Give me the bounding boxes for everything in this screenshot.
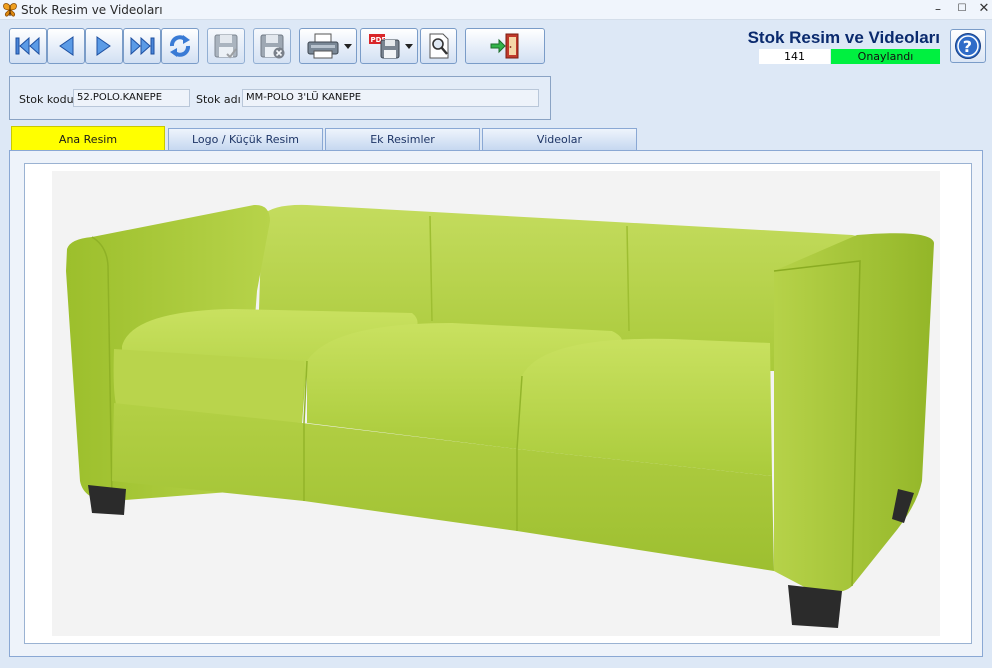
pdf-dropdown-arrow-icon[interactable] bbox=[405, 44, 413, 49]
print-button[interactable] bbox=[299, 28, 357, 64]
first-record-icon bbox=[15, 36, 40, 56]
search-button[interactable] bbox=[420, 28, 457, 64]
product-image bbox=[52, 171, 940, 636]
last-record-icon bbox=[130, 36, 155, 56]
exit-door-icon bbox=[490, 33, 519, 59]
window-titlebar: Stok Resim ve Videoları – ☐ ✕ bbox=[0, 0, 992, 20]
print-dropdown-arrow-icon[interactable] bbox=[344, 44, 352, 49]
previous-arrow-icon bbox=[59, 36, 74, 56]
tab-ana-resim[interactable]: Ana Resim bbox=[11, 126, 165, 151]
next-arrow-icon bbox=[96, 36, 111, 56]
help-button[interactable]: ? bbox=[950, 29, 986, 63]
help-question-icon: ? bbox=[955, 33, 981, 59]
floppy-save-icon bbox=[214, 34, 238, 59]
tab-ek-resimler[interactable]: Ek Resimler bbox=[325, 128, 480, 150]
stock-info-panel: Stok kodu 52.POLO.KANEPE Stok adı MM-POL… bbox=[9, 76, 551, 120]
refresh-icon bbox=[170, 35, 190, 57]
window-title: Stok Resim ve Videoları bbox=[21, 3, 163, 17]
sofa-picture bbox=[66, 204, 934, 628]
stok-kodu-label: Stok kodu bbox=[19, 93, 74, 106]
previous-record-button[interactable] bbox=[47, 28, 85, 64]
delete-button[interactable] bbox=[253, 28, 291, 64]
save-button[interactable] bbox=[207, 28, 245, 64]
printer-icon bbox=[307, 33, 339, 59]
butterfly-app-icon bbox=[3, 3, 17, 17]
record-count: 141 bbox=[759, 49, 830, 64]
exit-button[interactable] bbox=[465, 28, 545, 64]
minimize-button[interactable]: – bbox=[926, 0, 950, 20]
status-badge: Onaylandı bbox=[831, 49, 940, 64]
refresh-button[interactable] bbox=[161, 28, 199, 64]
page-title: Stok Resim ve Videoları bbox=[747, 28, 940, 47]
tab-logo-kucuk-resim[interactable]: Logo / Küçük Resim bbox=[168, 128, 323, 150]
next-record-button[interactable] bbox=[85, 28, 123, 64]
stok-adi-field[interactable]: MM-POLO 3'LÜ KANEPE bbox=[242, 89, 539, 107]
svg-text:?: ? bbox=[963, 37, 972, 56]
stok-kodu-field[interactable]: 52.POLO.KANEPE bbox=[73, 89, 190, 107]
tab-videolar[interactable]: Videolar bbox=[482, 128, 637, 150]
maximize-button[interactable]: ☐ bbox=[950, 0, 974, 20]
export-pdf-button[interactable]: PDF bbox=[360, 28, 418, 64]
first-record-button[interactable] bbox=[9, 28, 47, 64]
document-search-icon bbox=[429, 33, 448, 59]
floppy-delete-icon bbox=[260, 34, 285, 59]
pdf-export-icon: PDF bbox=[369, 34, 400, 59]
stok-adi-label: Stok adı bbox=[196, 93, 241, 106]
last-record-button[interactable] bbox=[123, 28, 161, 64]
close-button[interactable]: ✕ bbox=[972, 0, 992, 20]
